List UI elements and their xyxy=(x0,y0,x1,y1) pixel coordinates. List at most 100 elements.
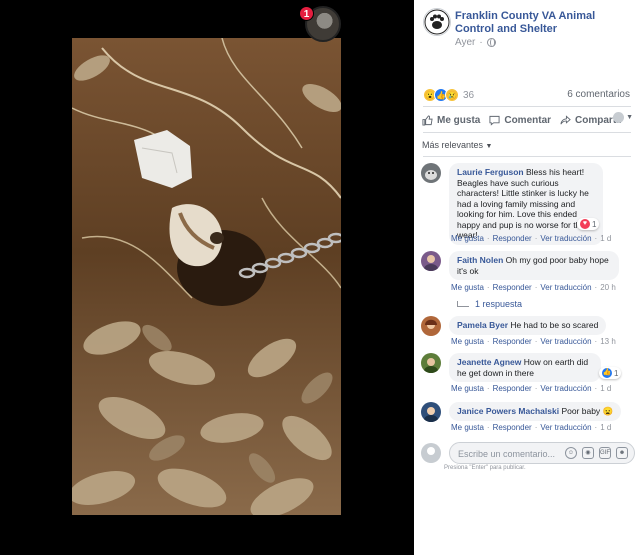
like-button[interactable]: Me gusta xyxy=(422,115,480,126)
sad-icon: 😢 xyxy=(445,88,459,102)
avatar[interactable] xyxy=(421,163,441,183)
post-panel: Franklin County VA Animal Control and Sh… xyxy=(414,0,640,555)
comment-author[interactable]: Jeanette Agnew xyxy=(457,357,521,367)
user-avatar-icon xyxy=(421,402,441,422)
comment-composer: ☺ ◉ GIF ☻ xyxy=(421,440,635,466)
comment-bubble: Jeanette Agnew How on earth did he get d… xyxy=(449,353,601,382)
comment-reply-link[interactable]: Responder xyxy=(493,234,532,243)
profile-thumbnail-button[interactable]: 1 xyxy=(299,6,343,44)
post-photo[interactable] xyxy=(72,38,341,515)
page-name-link[interactable]: Franklin County VA Animal Control and Sh… xyxy=(455,10,637,36)
comment-reply-link[interactable]: Responder xyxy=(493,337,532,346)
photo-image xyxy=(72,38,341,515)
comment-time[interactable]: 1 d xyxy=(600,423,611,432)
avatar xyxy=(421,443,441,463)
sort-selector[interactable]: Más relevantes ▼ xyxy=(422,140,492,150)
comment-button[interactable]: Comentar xyxy=(489,115,551,126)
comment-input[interactable] xyxy=(458,447,566,460)
comment-actions: Me gusta · Responder · Ver traducción · 1 d xyxy=(451,384,612,393)
comment-time[interactable]: 1 d xyxy=(600,384,611,393)
divider xyxy=(423,106,631,107)
view-replies-link[interactable]: 1 respuesta xyxy=(457,299,522,309)
post-header: Franklin County VA Animal Control and Sh… xyxy=(414,0,640,60)
user-avatar-icon xyxy=(421,251,441,271)
audience-selector[interactable]: ▼ xyxy=(613,112,633,123)
comment-like-link[interactable]: Me gusta xyxy=(451,384,484,393)
chevron-down-icon: ▼ xyxy=(626,114,633,121)
comment-bubble: Janice Powers Machalski Poor baby 😦 xyxy=(449,402,622,421)
share-icon xyxy=(560,114,571,124)
comment-reactions[interactable]: ♥ 1 xyxy=(577,218,600,230)
comment-like-link[interactable]: Me gusta xyxy=(451,234,484,243)
heart-icon: ♥ xyxy=(580,219,590,229)
comment-actions: Me gusta · Responder · Ver traducción · 20 h xyxy=(451,283,616,292)
globe-icon[interactable] xyxy=(486,38,496,47)
sad-face-icon: 😦 xyxy=(602,406,614,416)
divider xyxy=(423,132,631,133)
avatar[interactable] xyxy=(421,316,441,336)
gif-icon[interactable]: GIF xyxy=(599,447,611,459)
emoji-icon[interactable]: ☺ xyxy=(565,447,577,459)
see-translation-link[interactable]: Ver traducción xyxy=(540,234,591,243)
comment-bubble: Faith Nolen Oh my god poor baby hope it'… xyxy=(449,251,619,280)
comment-reaction-count: 1 xyxy=(592,219,597,229)
comment-actions: Me gusta · Responder · Ver traducción · 1 d xyxy=(451,423,612,432)
see-translation-link[interactable]: Ver traducción xyxy=(540,423,591,432)
avatar xyxy=(613,112,625,123)
comment-label: Comentar xyxy=(504,114,552,126)
sort-label: Más relevantes xyxy=(422,140,484,150)
comment-like-link[interactable]: Me gusta xyxy=(451,337,484,346)
comment-author[interactable]: Laurie Ferguson xyxy=(457,167,524,177)
comment-actions: Me gusta · Responder · Ver traducción · 13 h xyxy=(451,337,616,346)
comment-icon xyxy=(489,115,500,126)
like-icon: 👍 xyxy=(602,368,612,378)
reply-arrow-icon xyxy=(457,301,469,307)
avatar[interactable] xyxy=(421,251,441,271)
camera-icon[interactable]: ◉ xyxy=(582,447,594,459)
see-translation-link[interactable]: Ver traducción xyxy=(540,283,591,292)
comment-author[interactable]: Janice Powers Machalski xyxy=(457,406,559,416)
thumbs-up-icon xyxy=(422,114,433,126)
dot-separator: · xyxy=(479,37,483,48)
photo-viewer: 1 xyxy=(0,0,414,555)
see-translation-link[interactable]: Ver traducción xyxy=(540,384,591,393)
comment-reaction-count: 1 xyxy=(614,368,619,378)
comment: Pamela Byer He had to be so scared Me gu… xyxy=(421,316,636,346)
comment-reactions[interactable]: 👍 1 xyxy=(599,367,622,379)
user-avatar-icon xyxy=(421,316,441,336)
comment-like-link[interactable]: Me gusta xyxy=(451,423,484,432)
comment: Jeanette Agnew How on earth did he get d… xyxy=(421,353,636,395)
post-meta: Ayer · xyxy=(455,37,496,48)
comment-like-link[interactable]: Me gusta xyxy=(451,283,484,292)
comment-bubble: Pamela Byer He had to be so scared xyxy=(449,316,607,335)
sticker-icon[interactable]: ☻ xyxy=(616,447,628,459)
comment-time[interactable]: 20 h xyxy=(600,283,616,292)
composer-hint: Presiona "Enter" para publicar. xyxy=(444,465,526,471)
comment: Janice Powers Machalski Poor baby 😦 Me g… xyxy=(421,402,636,434)
comment-author[interactable]: Faith Nolen xyxy=(457,255,503,265)
avatar[interactable] xyxy=(421,402,441,422)
comment-time[interactable]: 1 d xyxy=(600,234,611,243)
comment-author[interactable]: Pamela Byer xyxy=(457,320,508,330)
comment-actions: Me gusta · Responder · Ver traducción · 1 d xyxy=(451,234,612,243)
comment-text: Poor baby xyxy=(561,406,601,416)
reaction-count: 36 xyxy=(463,89,475,101)
like-label: Me gusta xyxy=(437,114,481,126)
page-avatar[interactable] xyxy=(423,8,451,36)
comment: Laurie Ferguson Bless his heart! Beagles… xyxy=(421,163,636,245)
comment-field[interactable]: ☺ ◉ GIF ☻ xyxy=(449,442,635,464)
post-time[interactable]: Ayer xyxy=(455,37,475,48)
see-translation-link[interactable]: Ver traducción xyxy=(540,337,591,346)
paw-logo-icon xyxy=(424,9,450,35)
comment-time[interactable]: 13 h xyxy=(600,337,616,346)
comment-reply-link[interactable]: Responder xyxy=(493,423,532,432)
comments-count-link[interactable]: 6 comentarios xyxy=(567,89,630,100)
avatar[interactable] xyxy=(421,353,441,373)
post-actions: Me gusta Comentar Compartir ▼ xyxy=(422,112,636,128)
dog-avatar-icon xyxy=(421,163,441,183)
comment-text: Bless his heart! Beagles have such curio… xyxy=(457,167,589,240)
comment-reply-link[interactable]: Responder xyxy=(493,283,532,292)
comment-reply-link[interactable]: Responder xyxy=(493,384,532,393)
user-avatar-icon xyxy=(421,353,441,373)
reaction-summary[interactable]: 😮 👍 😢 36 xyxy=(423,88,474,102)
